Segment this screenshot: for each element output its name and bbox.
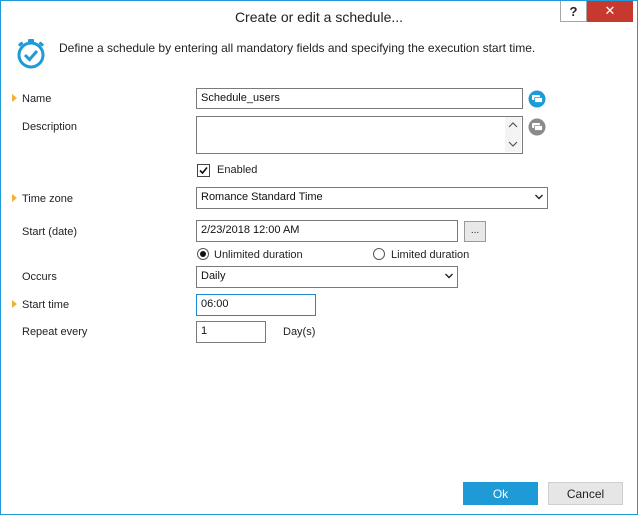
repeat-every-label: Repeat every	[22, 326, 88, 338]
required-marker	[12, 94, 17, 102]
limited-duration-radio[interactable]	[373, 248, 385, 260]
chevron-down-icon	[535, 194, 543, 200]
time-zone-label: Time zone	[22, 193, 73, 205]
description-label: Description	[22, 121, 78, 133]
start-date-input[interactable]: 2/23/2018 12:00 AM	[196, 220, 458, 242]
time-zone-select[interactable]: Romance Standard Time	[196, 187, 548, 209]
unlimited-duration-label: Unlimited duration	[214, 249, 303, 261]
name-input[interactable]: Schedule_users	[196, 88, 523, 109]
window-title: Create or edit a schedule...	[234, 9, 404, 25]
required-marker	[12, 300, 17, 308]
start-time-input[interactable]: 06:00	[196, 294, 316, 316]
repeat-unit-label: Day(s)	[283, 326, 316, 338]
header-description: Define a schedule by entering all mandat…	[59, 41, 536, 55]
date-picker-button[interactable]: ...	[464, 221, 486, 242]
ok-button[interactable]: Ok	[463, 482, 538, 505]
start-time-label: Start time	[22, 299, 70, 311]
time-zone-value: Romance Standard Time	[201, 191, 323, 203]
help-button[interactable]: ?	[560, 1, 587, 22]
limited-duration-label: Limited duration	[391, 249, 470, 261]
comment-icon[interactable]	[528, 118, 546, 136]
enabled-label: Enabled	[217, 164, 258, 176]
comment-icon[interactable]	[528, 90, 546, 108]
schedule-dialog: Create or edit a schedule... ? ✕ Define …	[0, 0, 638, 515]
title-bar: Create or edit a schedule... ? ✕	[1, 1, 637, 32]
start-date-label: Start (date)	[22, 226, 78, 238]
enabled-checkbox[interactable]	[197, 164, 210, 177]
required-marker	[12, 194, 17, 202]
close-button[interactable]: ✕	[587, 1, 633, 22]
occurs-value: Daily	[201, 270, 226, 282]
name-label: Name	[22, 93, 52, 105]
unlimited-duration-radio[interactable]	[197, 248, 209, 260]
form-area: Name Schedule_users Description Enabled	[7, 76, 633, 510]
chevron-down-icon	[445, 273, 453, 279]
cancel-button[interactable]: Cancel	[548, 482, 623, 505]
description-scrollbar[interactable]	[505, 117, 521, 152]
description-textarea[interactable]	[196, 116, 523, 154]
clock-check-icon	[17, 39, 45, 69]
occurs-label: Occurs	[22, 271, 57, 283]
repeat-every-input[interactable]: 1	[196, 321, 266, 343]
checkmark-icon	[199, 166, 208, 175]
dialog-header: Define a schedule by entering all mandat…	[7, 32, 633, 72]
occurs-select[interactable]: Daily	[196, 266, 458, 288]
